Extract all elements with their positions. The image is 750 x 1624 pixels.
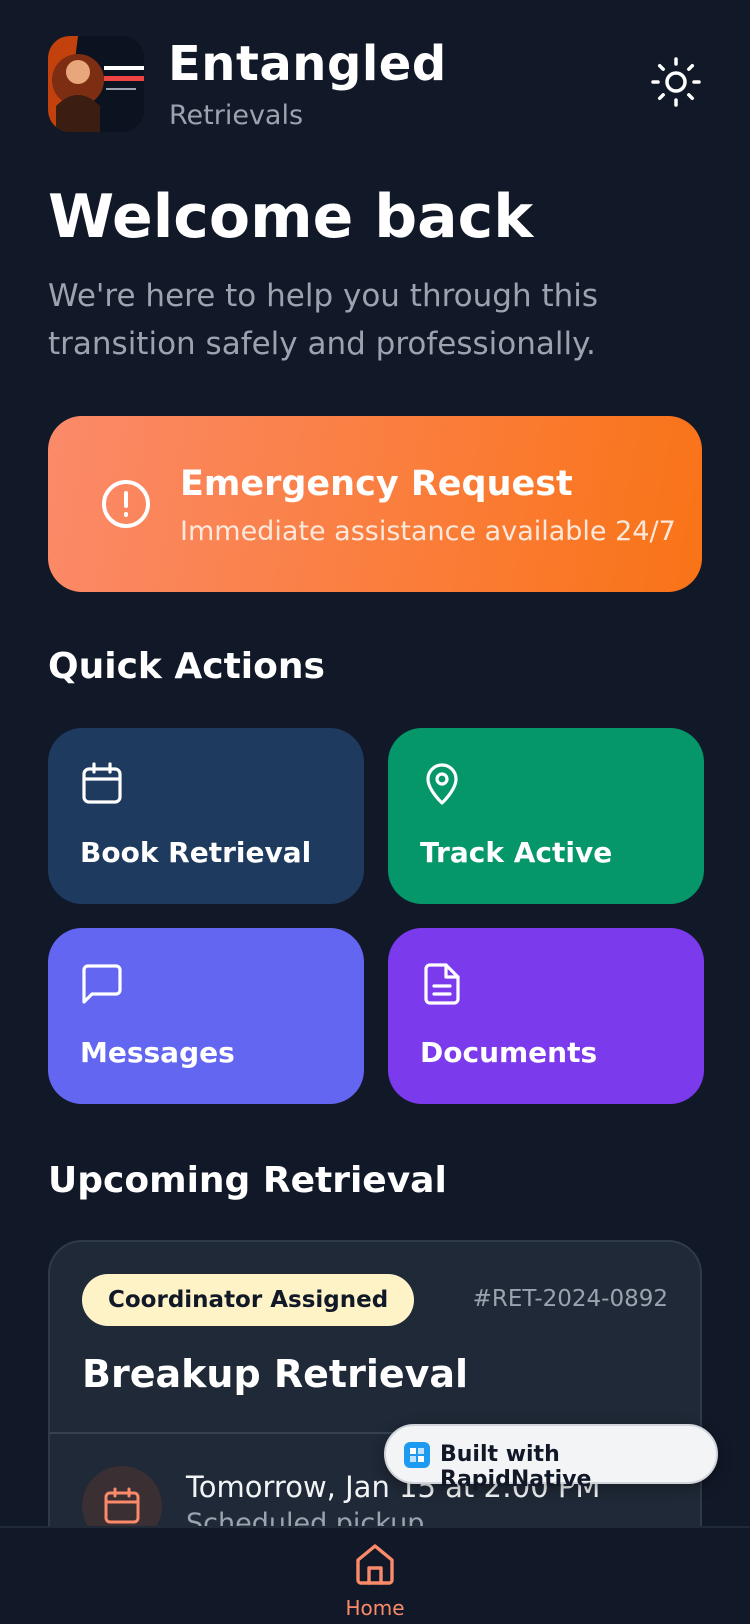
bottom-navigation: Home bbox=[0, 1526, 750, 1624]
home-icon bbox=[356, 1544, 394, 1585]
track-active-label: Track Active bbox=[420, 836, 613, 869]
nav-home-label: Home bbox=[345, 1596, 405, 1620]
message-square-icon bbox=[82, 964, 122, 1004]
calendar-icon bbox=[82, 762, 122, 804]
app-header: Entangled Retrievals bbox=[48, 34, 702, 134]
map-pin-icon bbox=[426, 763, 458, 805]
nav-home-tab[interactable]: Home bbox=[325, 1528, 425, 1624]
messages-label: Messages bbox=[80, 1036, 235, 1069]
documents-label: Documents bbox=[420, 1036, 598, 1069]
upcoming-retrieval-title: Upcoming Retrieval bbox=[48, 1160, 447, 1201]
emergency-subtitle: Immediate assistance available 24/7 bbox=[180, 516, 676, 547]
calendar-icon bbox=[104, 1487, 140, 1524]
emergency-request-button[interactable]: Emergency Request Immediate assistance a… bbox=[48, 416, 702, 592]
theme-toggle-button[interactable] bbox=[650, 56, 702, 108]
sun-icon bbox=[651, 57, 701, 107]
file-text-icon bbox=[424, 963, 460, 1005]
app-title: Entangled bbox=[168, 36, 447, 92]
app-logo bbox=[48, 36, 144, 132]
messages-tile[interactable]: Messages bbox=[48, 928, 364, 1104]
retrieval-reference: #RET-2024-0892 bbox=[472, 1286, 668, 1312]
app-subtitle: Retrievals bbox=[169, 100, 304, 131]
book-retrieval-label: Book Retrieval bbox=[80, 836, 312, 869]
track-active-tile[interactable]: Track Active bbox=[388, 728, 704, 904]
quick-actions-title: Quick Actions bbox=[48, 646, 325, 687]
emergency-title: Emergency Request bbox=[180, 464, 573, 504]
documents-tile[interactable]: Documents bbox=[388, 928, 704, 1104]
built-with-rapidnative-button[interactable]: Built with RapidNative bbox=[384, 1424, 718, 1492]
alert-circle-icon bbox=[102, 480, 150, 528]
built-with-label: Built with RapidNative bbox=[440, 1442, 592, 1492]
welcome-heading: Welcome back bbox=[48, 182, 534, 252]
app-screen: Entangled Retrievals Welcome back We're … bbox=[0, 0, 750, 1624]
welcome-message: We're here to help you through this tran… bbox=[48, 278, 599, 362]
status-badge: Coordinator Assigned bbox=[82, 1274, 415, 1326]
rapidnative-logo-icon bbox=[404, 1442, 430, 1468]
book-retrieval-tile[interactable]: Book Retrieval bbox=[48, 728, 364, 904]
retrieval-type: Breakup Retrieval bbox=[82, 1352, 469, 1396]
